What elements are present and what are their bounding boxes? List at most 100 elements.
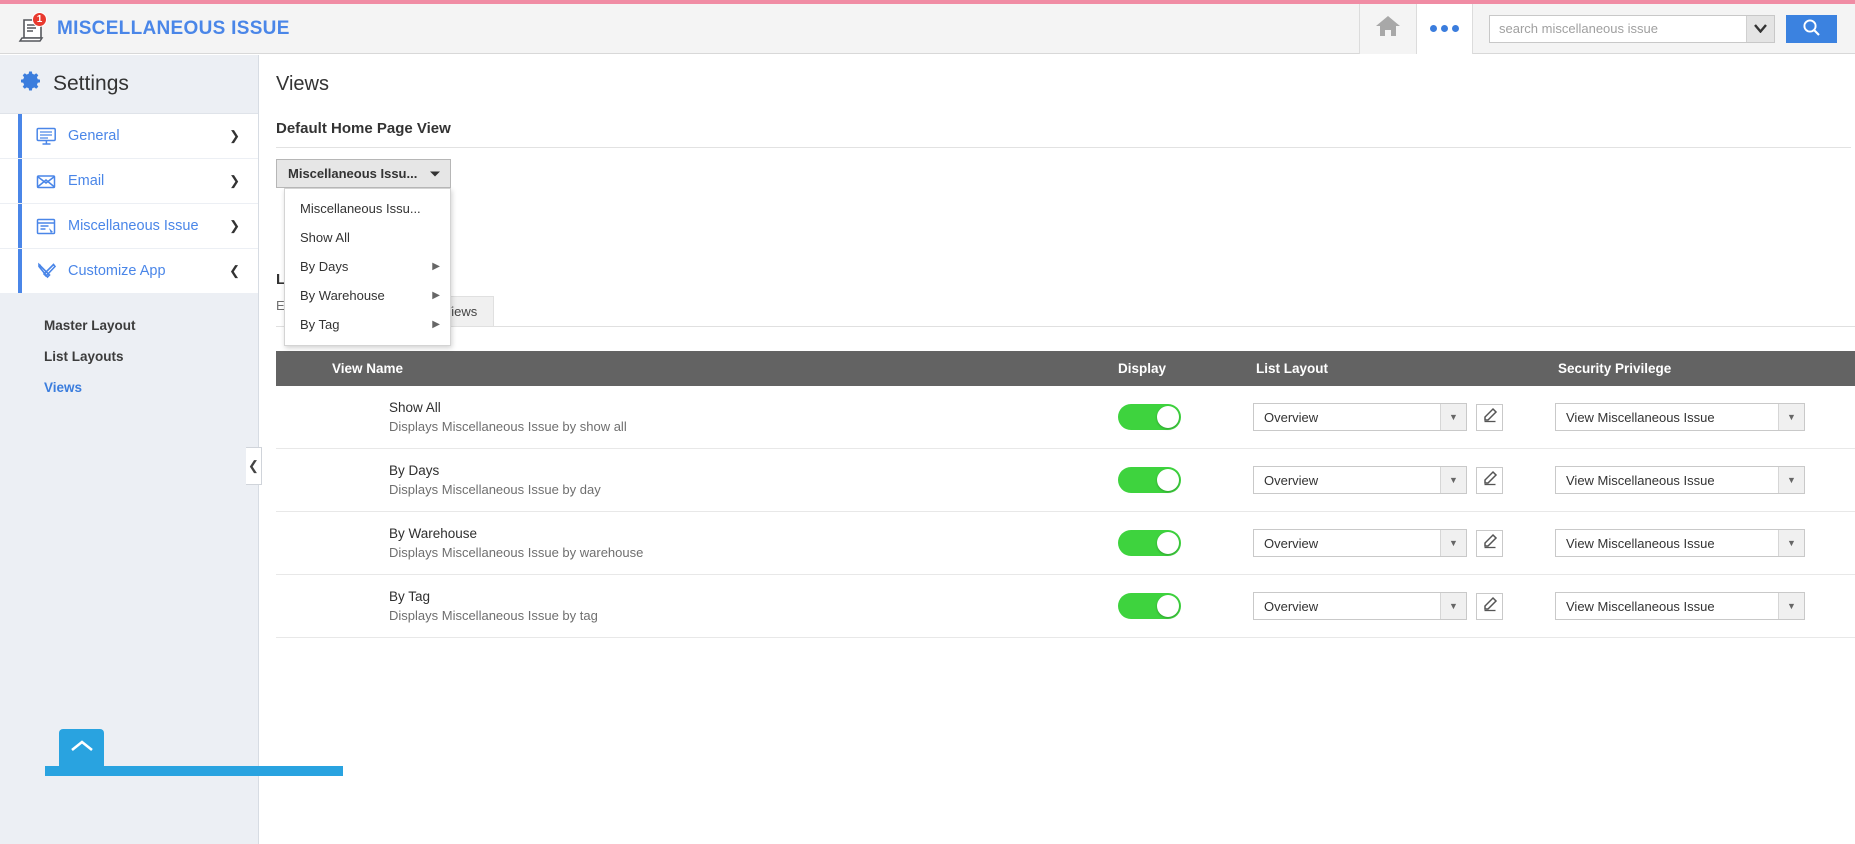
edit-list-layout-button[interactable] bbox=[1476, 466, 1503, 494]
app-header: 1 MISCELLANEOUS ISSUE bbox=[0, 3, 1855, 54]
cell-security-privilege: View Miscellaneous Issue ▼ bbox=[1555, 511, 1855, 575]
cell-view-name: Show All Displays Miscellaneous Issue by… bbox=[332, 386, 1115, 449]
sidebar-item-general[interactable]: General ❯ bbox=[0, 114, 258, 158]
sidebar-title: Settings bbox=[53, 72, 129, 95]
more-dots-icon bbox=[1430, 25, 1459, 32]
pencil-icon bbox=[1482, 533, 1498, 554]
chevron-right-icon: ❯ bbox=[229, 173, 240, 188]
cell-list-layout: Overview ▼ bbox=[1253, 511, 1555, 575]
security-privilege-value: View Miscellaneous Issue bbox=[1566, 598, 1715, 614]
sidebar-item-customize-app[interactable]: Customize App ❮ bbox=[0, 249, 258, 293]
security-privilege-select[interactable]: View Miscellaneous Issue ▼ bbox=[1555, 403, 1805, 431]
default-home-view-select[interactable]: Miscellaneous Issu... bbox=[276, 159, 451, 188]
display-toggle[interactable] bbox=[1118, 404, 1181, 430]
document-alert-icon: 1 bbox=[18, 11, 48, 44]
cell-security-privilege: View Miscellaneous Issue ▼ bbox=[1555, 574, 1855, 638]
home-icon bbox=[1375, 14, 1401, 43]
table-row: By Warehouse Displays Miscellaneous Issu… bbox=[276, 511, 1855, 575]
table-row: By Tag Displays Miscellaneous Issue by t… bbox=[276, 574, 1855, 638]
cell-display bbox=[1115, 448, 1253, 512]
display-toggle[interactable] bbox=[1118, 530, 1181, 556]
dropdown-item-by-warehouse[interactable]: By Warehouse ▶ bbox=[285, 281, 450, 310]
notification-badge: 1 bbox=[32, 11, 47, 27]
chevron-left-icon: ❮ bbox=[248, 458, 259, 473]
dropdown-item-by-tag[interactable]: By Tag ▶ bbox=[285, 310, 450, 339]
edit-list-layout-button[interactable] bbox=[1476, 403, 1503, 431]
sidebar-subitem-views[interactable]: Views bbox=[0, 372, 258, 403]
sidebar-item-miscellaneous-issue[interactable]: Miscellaneous Issue ❯ bbox=[0, 204, 258, 248]
sidebar-item-email[interactable]: Email ❯ bbox=[0, 159, 258, 203]
default-home-view-dropdown: Miscellaneous Issu... Show All By Days ▶… bbox=[284, 188, 451, 346]
views-table-body: Show All Displays Miscellaneous Issue by… bbox=[276, 386, 1855, 638]
pencil-icon bbox=[1482, 407, 1498, 428]
form-window-icon bbox=[36, 217, 58, 236]
table-header-row: View Name Display List Layout Security P… bbox=[276, 351, 1855, 386]
search-dropdown-toggle[interactable] bbox=[1746, 15, 1774, 42]
security-privilege-select[interactable]: View Miscellaneous Issue ▼ bbox=[1555, 529, 1805, 557]
view-name-text: By Days bbox=[389, 463, 440, 478]
sidebar-collapse-handle[interactable]: ❮ bbox=[246, 447, 262, 485]
more-options-button[interactable] bbox=[1416, 3, 1473, 54]
tools-icon bbox=[36, 262, 58, 281]
display-toggle[interactable] bbox=[1118, 467, 1181, 493]
cell-list-layout: Overview ▼ bbox=[1253, 448, 1555, 512]
sidebar-item-label: Email bbox=[68, 173, 105, 189]
row-spacer bbox=[276, 386, 332, 449]
submenu-arrow-icon: ▶ bbox=[432, 290, 440, 301]
row-spacer bbox=[276, 574, 332, 638]
view-description-text: Displays Miscellaneous Issue by show all bbox=[389, 419, 627, 434]
column-view-name: View Name bbox=[332, 351, 1115, 386]
dropdown-item-by-days[interactable]: By Days ▶ bbox=[285, 252, 450, 281]
views-table: View Name Display List Layout Security P… bbox=[276, 351, 1855, 638]
chevron-right-icon: ❯ bbox=[229, 218, 240, 233]
scroll-to-top-button[interactable] bbox=[59, 729, 104, 767]
security-privilege-value: View Miscellaneous Issue bbox=[1566, 535, 1715, 551]
pencil-icon bbox=[1482, 470, 1498, 491]
app-brand: 1 MISCELLANEOUS ISSUE bbox=[0, 11, 290, 44]
security-privilege-select[interactable]: View Miscellaneous Issue ▼ bbox=[1555, 592, 1805, 620]
dropdown-item-label: By Warehouse bbox=[300, 288, 385, 303]
search-box[interactable] bbox=[1489, 14, 1775, 43]
monitor-icon bbox=[36, 127, 58, 146]
caret-down-icon: ▼ bbox=[1778, 404, 1804, 430]
bottom-accent-bar bbox=[45, 766, 343, 776]
chevron-down-icon bbox=[1754, 20, 1767, 38]
caret-down-icon bbox=[429, 166, 441, 181]
display-toggle[interactable] bbox=[1118, 593, 1181, 619]
search-button[interactable] bbox=[1786, 14, 1837, 43]
tab-bar: List Views bbox=[276, 295, 1855, 327]
list-layout-value: Overview bbox=[1264, 409, 1319, 425]
caret-down-icon: ▼ bbox=[1440, 593, 1466, 619]
security-privilege-select[interactable]: View Miscellaneous Issue ▼ bbox=[1555, 466, 1805, 494]
list-layout-select[interactable]: Overview ▼ bbox=[1253, 592, 1467, 620]
list-layout-select[interactable]: Overview ▼ bbox=[1253, 529, 1467, 557]
view-name-text: By Tag bbox=[389, 589, 431, 604]
list-layout-select[interactable]: Overview ▼ bbox=[1253, 403, 1467, 431]
view-description-text: Displays Miscellaneous Issue by tag bbox=[389, 608, 598, 623]
cell-display bbox=[1115, 386, 1253, 449]
row-spacer bbox=[276, 448, 332, 512]
column-display: Display bbox=[1115, 351, 1253, 386]
column-security-privilege: Security Privilege bbox=[1555, 351, 1855, 386]
cell-view-name: By Tag Displays Miscellaneous Issue by t… bbox=[332, 574, 1115, 638]
edit-list-layout-button[interactable] bbox=[1476, 592, 1503, 620]
search-area bbox=[1473, 4, 1855, 54]
security-privilege-value: View Miscellaneous Issue bbox=[1566, 472, 1715, 488]
sidebar-item-label: Miscellaneous Issue bbox=[68, 218, 199, 234]
pencil-icon bbox=[1482, 596, 1498, 617]
list-layout-value: Overview bbox=[1264, 598, 1319, 614]
list-layout-select[interactable]: Overview ▼ bbox=[1253, 466, 1467, 494]
home-button[interactable] bbox=[1359, 3, 1416, 54]
search-input[interactable] bbox=[1490, 15, 1746, 42]
list-views-title: List Views bbox=[260, 271, 1855, 288]
sidebar-subitem-master-layout[interactable]: Master Layout bbox=[0, 310, 258, 341]
search-icon bbox=[1802, 18, 1821, 40]
sidebar-subitem-list-layouts[interactable]: List Layouts bbox=[0, 341, 258, 372]
cell-security-privilege: View Miscellaneous Issue ▼ bbox=[1555, 448, 1855, 512]
page-title: MISCELLANEOUS ISSUE bbox=[57, 17, 290, 39]
dropdown-item-show-all[interactable]: Show All bbox=[285, 223, 450, 252]
edit-list-layout-button[interactable] bbox=[1476, 529, 1503, 557]
dropdown-item-miscellaneous-issue[interactable]: Miscellaneous Issu... bbox=[285, 194, 450, 223]
dropdown-item-label: Miscellaneous Issu... bbox=[300, 201, 421, 216]
caret-down-icon: ▼ bbox=[1778, 593, 1804, 619]
